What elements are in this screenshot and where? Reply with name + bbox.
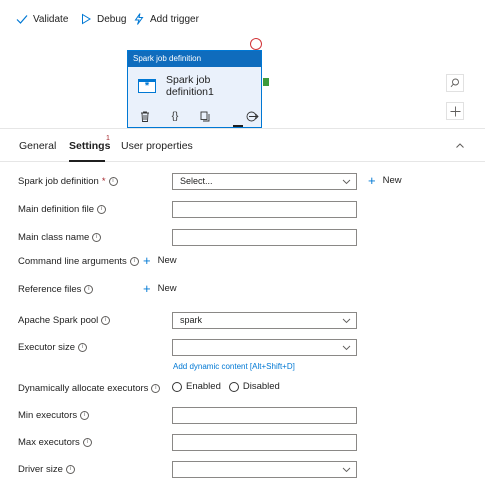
tab-settings[interactable]: Settings xyxy=(69,140,110,152)
executor-size-row: Executor size i xyxy=(18,342,88,353)
info-icon[interactable]: i xyxy=(97,205,107,214)
checkmark-icon xyxy=(16,15,28,24)
max-executors-row: Max executors i xyxy=(18,437,92,448)
pipeline-toolbar: Validate Debug Add trigger xyxy=(0,0,485,39)
chevron-down-icon xyxy=(342,467,351,473)
pipeline-canvas[interactable]: Spark job definition * Spark job definit… xyxy=(0,38,485,128)
min-executors-label: Min executors xyxy=(18,410,78,421)
activity-name: Spark job definition1 xyxy=(165,74,214,98)
info-icon[interactable]: i xyxy=(84,285,94,294)
new-argument-button[interactable]: + New xyxy=(143,252,177,268)
properties-tab-bar: General Settings 1 User properties xyxy=(0,128,485,162)
new-reference-file-button[interactable]: + New xyxy=(143,280,177,296)
dynamic-allocation-row: Dynamically allocate executors i xyxy=(18,383,161,394)
info-icon[interactable]: i xyxy=(80,411,90,420)
add-dynamic-content-link[interactable]: Add dynamic content [Alt+Shift+D] xyxy=(173,362,295,371)
enabled-radio[interactable]: Enabled xyxy=(172,381,221,392)
info-icon[interactable]: i xyxy=(82,438,92,447)
apache-spark-pool-row: Apache Spark pool i xyxy=(18,315,111,326)
apache-spark-pool-label: Apache Spark pool xyxy=(18,315,99,326)
spark-job-activity[interactable]: Spark job definition * Spark job definit… xyxy=(127,50,262,128)
info-icon[interactable]: i xyxy=(151,384,161,393)
new-spark-job-button[interactable]: + New xyxy=(368,172,402,188)
spark-job-definition-label: Spark job definition * i xyxy=(18,176,118,187)
radio-button[interactable] xyxy=(228,381,239,392)
spark-job-definition-select[interactable]: Select... xyxy=(172,173,357,190)
command-line-arguments-row: Command line arguments i xyxy=(18,256,139,267)
play-icon xyxy=(82,13,91,25)
add-trigger-button[interactable]: Add trigger xyxy=(133,13,199,25)
dynamic-allocation-radio-group: Enabled Disabled xyxy=(172,381,280,392)
success-handle[interactable] xyxy=(263,78,269,86)
info-icon[interactable]: i xyxy=(92,233,102,242)
delete-icon[interactable] xyxy=(138,110,152,122)
zoom-in-button[interactable] xyxy=(446,102,464,120)
info-icon[interactable]: i xyxy=(101,316,111,325)
info-icon[interactable]: i xyxy=(65,465,75,474)
copy-icon[interactable] xyxy=(198,110,212,122)
dynamic-allocation-label: Dynamically allocate executors xyxy=(18,383,149,394)
validate-button[interactable]: Validate xyxy=(16,13,68,25)
debug-button[interactable]: Debug xyxy=(80,13,126,25)
add-output-icon[interactable] xyxy=(246,110,260,122)
settings-error-badge: 1 xyxy=(106,135,110,142)
plus-icon: + xyxy=(143,280,151,296)
add-trigger-label: Add trigger xyxy=(150,13,199,25)
reference-files-label: Reference files xyxy=(18,284,82,295)
code-icon[interactable]: {} xyxy=(168,110,182,122)
lightning-icon xyxy=(134,13,144,25)
driver-size-label: Driver size xyxy=(18,464,63,475)
chevron-down-icon xyxy=(342,345,351,351)
tab-general[interactable]: General xyxy=(19,140,56,152)
tab-user-properties[interactable]: User properties xyxy=(121,140,193,152)
main-class-name-row: Main class name i xyxy=(18,232,102,243)
info-icon[interactable]: i xyxy=(129,257,139,266)
executor-size-select[interactable] xyxy=(172,339,357,356)
min-executors-input[interactable] xyxy=(172,407,357,424)
spark-job-definition-row: Spark job definition * i xyxy=(18,176,118,187)
info-icon[interactable]: i xyxy=(78,343,88,352)
disabled-radio[interactable]: Disabled xyxy=(228,381,280,392)
spark-job-icon: * xyxy=(138,79,156,93)
chevron-up-icon[interactable] xyxy=(455,141,465,151)
command-line-arguments-label: Command line arguments xyxy=(18,256,127,267)
executor-size-label: Executor size xyxy=(18,342,76,353)
main-definition-file-label: Main definition file xyxy=(18,204,95,215)
chevron-down-icon xyxy=(342,179,351,185)
search-icon xyxy=(450,78,459,88)
min-executors-row: Min executors i xyxy=(18,410,90,421)
main-class-name-input[interactable] xyxy=(172,229,357,246)
plus-icon: + xyxy=(368,172,376,188)
search-canvas-button[interactable] xyxy=(446,74,464,92)
chevron-down-icon xyxy=(342,318,351,324)
driver-size-select[interactable] xyxy=(172,461,357,478)
max-executors-label: Max executors xyxy=(18,437,80,448)
activity-type-label: Spark job definition xyxy=(128,51,261,67)
validate-label: Validate xyxy=(33,13,69,25)
info-icon[interactable]: i xyxy=(108,177,118,186)
plus-icon: + xyxy=(143,252,151,268)
radio-button[interactable] xyxy=(172,381,182,392)
main-definition-file-input[interactable] xyxy=(172,201,357,218)
resize-handle[interactable] xyxy=(233,125,243,127)
plus-icon xyxy=(450,106,460,116)
main-definition-file-row: Main definition file i xyxy=(18,204,107,215)
debug-label: Debug xyxy=(97,13,127,25)
completion-handle[interactable] xyxy=(250,38,262,50)
apache-spark-pool-select[interactable]: spark xyxy=(172,312,357,329)
main-class-name-label: Main class name xyxy=(18,232,90,243)
activity-actions: {} xyxy=(138,110,260,122)
driver-size-row: Driver size i xyxy=(18,464,75,475)
reference-files-row: Reference files i xyxy=(18,284,94,295)
active-tab-indicator xyxy=(69,160,105,162)
max-executors-input[interactable] xyxy=(172,434,357,451)
required-marker: * xyxy=(101,176,106,187)
